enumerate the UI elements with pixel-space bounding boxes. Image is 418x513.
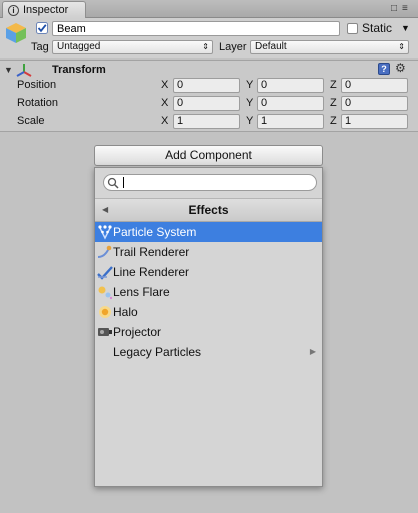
axis-z-label: Z — [330, 115, 337, 127]
foldout-arrow-icon[interactable]: ▼ — [4, 65, 13, 75]
help-icon[interactable]: ? — [378, 63, 390, 75]
transform-title: Transform — [52, 64, 106, 76]
list-item-projector[interactable]: Projector — [95, 322, 322, 342]
component-list: Particle System Trail Renderer Line Rend… — [95, 222, 322, 486]
rotation-z-field[interactable]: 0 — [341, 96, 408, 111]
axis-x-label: X — [161, 97, 169, 109]
projector-icon — [98, 328, 112, 336]
rotation-y-field[interactable]: 0 — [257, 96, 324, 111]
info-icon: i — [8, 4, 19, 16]
transform-axes-icon — [16, 64, 32, 77]
item-label: Halo — [113, 305, 138, 319]
item-label: Line Renderer — [113, 265, 190, 279]
axis-y-label: Y — [246, 79, 254, 91]
search-icon — [107, 177, 119, 189]
item-label: Lens Flare — [113, 285, 170, 299]
submenu-arrow-icon: ▶ — [309, 347, 316, 356]
axis-z-label: Z — [330, 79, 337, 91]
axis-x-label: X — [161, 115, 169, 127]
add-component-button[interactable]: Add Component — [94, 145, 323, 166]
position-z-field[interactable]: 0 — [341, 78, 408, 93]
static-dropdown-icon[interactable]: ▼ — [401, 23, 410, 33]
list-item-trail-renderer[interactable]: Trail Renderer — [95, 242, 322, 262]
halo-icon — [99, 306, 111, 318]
list-item-particle-system[interactable]: Particle System — [95, 222, 322, 242]
scale-y-field[interactable]: 1 — [257, 114, 324, 129]
line-renderer-icon — [97, 266, 113, 280]
category-title: Effects — [188, 203, 229, 217]
axis-z-label: Z — [330, 97, 337, 109]
search-row — [95, 168, 322, 198]
gameobject-cube-icon — [6, 23, 26, 43]
item-label: Projector — [113, 325, 162, 339]
list-item-line-renderer[interactable]: Line Renderer — [95, 262, 322, 282]
position-x-field[interactable]: 0 — [173, 78, 240, 93]
list-item-halo[interactable]: Halo — [95, 302, 322, 322]
tag-value: Untagged — [57, 41, 101, 52]
scale-x-field[interactable]: 1 — [173, 114, 240, 129]
gear-icon[interactable]: ⚙ — [395, 62, 406, 74]
layer-label: Layer — [219, 41, 247, 53]
panel-menu-icon[interactable]: ≡ — [402, 3, 408, 14]
position-label: Position — [17, 79, 57, 91]
rotation-x-field[interactable]: 0 — [173, 96, 240, 111]
tab-label: Inspector — [23, 4, 69, 16]
position-y-field[interactable]: 0 — [257, 78, 324, 93]
layer-value: Default — [255, 41, 287, 52]
item-label: Trail Renderer — [113, 245, 190, 259]
trail-renderer-icon — [97, 245, 112, 258]
item-label: Particle System — [113, 225, 197, 239]
object-name-input[interactable] — [52, 21, 340, 36]
active-checkbox[interactable] — [36, 22, 48, 34]
static-checkbox[interactable] — [347, 23, 358, 34]
particle-system-icon — [98, 225, 112, 240]
chevron-updown-icon: ⇕ — [202, 42, 209, 51]
lens-flare-icon — [98, 286, 113, 300]
inspector-header: Static ▼ Tag Untagged ⇕ Layer Default ⇕ — [0, 18, 418, 58]
chevron-updown-icon: ⇕ — [398, 42, 405, 51]
add-component-popup: ◀ Effects Particle System Trail Renderer — [94, 167, 323, 487]
static-label: Static — [362, 21, 393, 35]
rotation-label: Rotation — [17, 97, 58, 109]
layer-dropdown[interactable]: Default ⇕ — [250, 40, 409, 54]
category-header: ◀ Effects — [95, 198, 322, 222]
axis-y-label: Y — [246, 115, 254, 127]
scale-label: Scale — [17, 115, 45, 127]
transform-component: ▼ Transform ? ⚙ Position X 0 Y 0 Z 0 Rot… — [0, 60, 418, 132]
list-item-lens-flare[interactable]: Lens Flare — [95, 282, 322, 302]
tab-bar: i Inspector □ ≡ — [0, 0, 418, 18]
axis-y-label: Y — [246, 97, 254, 109]
lock-icon[interactable]: □ — [391, 3, 397, 14]
scale-z-field[interactable]: 1 — [341, 114, 408, 129]
tag-label: Tag — [31, 41, 49, 53]
tab-inspector[interactable]: i Inspector — [2, 1, 86, 18]
text-caret — [123, 177, 124, 188]
item-label: Legacy Particles — [113, 345, 202, 359]
tag-dropdown[interactable]: Untagged ⇕ — [52, 40, 213, 54]
list-item-legacy-particles[interactable]: Legacy Particles ▶ — [95, 342, 322, 362]
axis-x-label: X — [161, 79, 169, 91]
search-input[interactable] — [123, 176, 311, 189]
